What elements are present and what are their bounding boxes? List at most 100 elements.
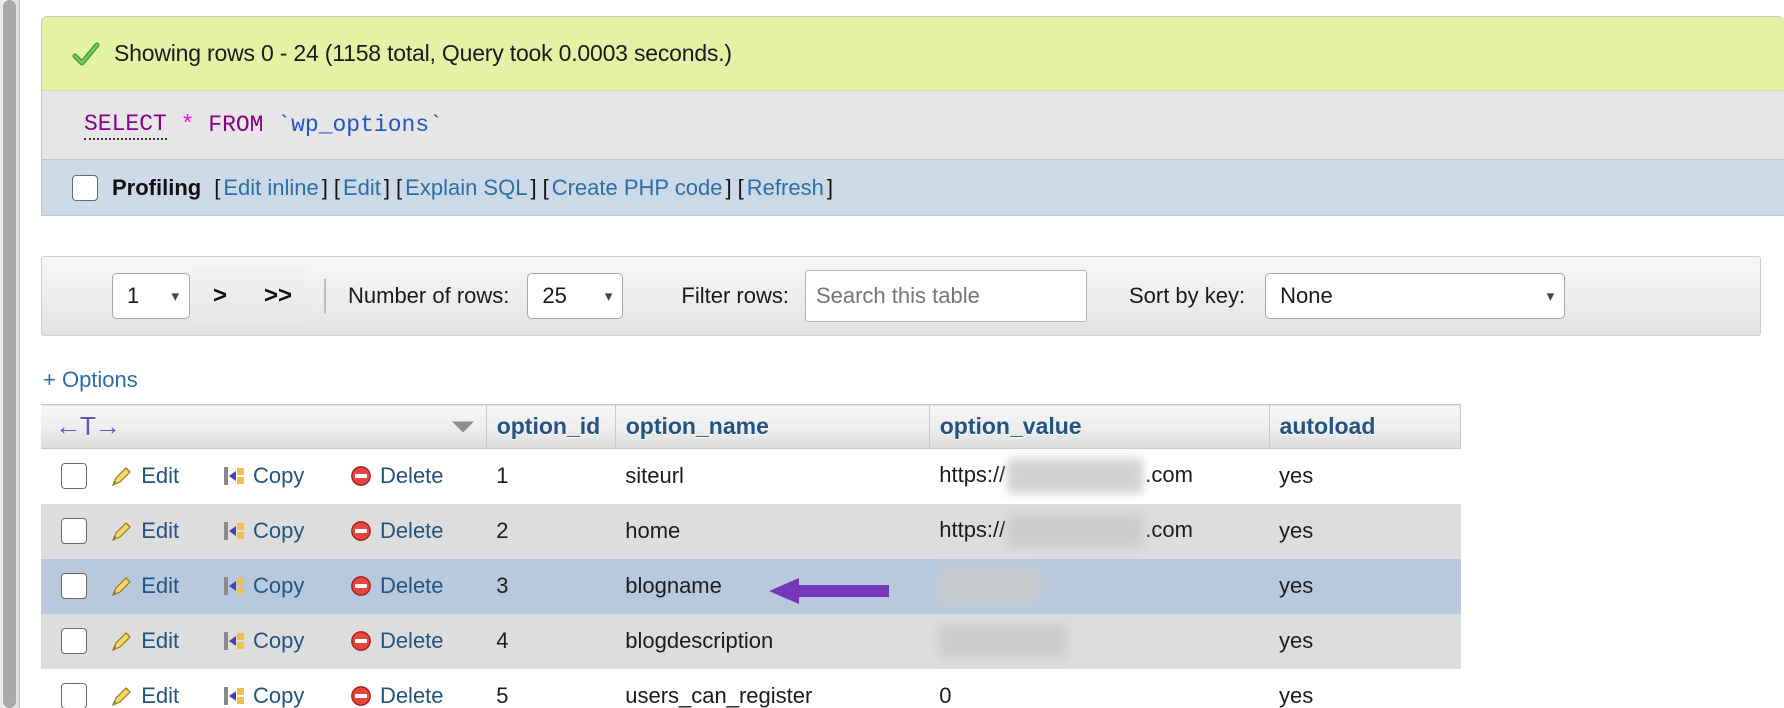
bracket-open-3: [: [396, 175, 402, 201]
copy-icon: [223, 465, 245, 487]
delete-row-action[interactable]: Delete: [350, 683, 478, 708]
query-status-text: Showing rows 0 - 24 (1158 total, Query t…: [114, 40, 732, 67]
window-scrollbar[interactable]: [0, 0, 20, 708]
delete-label: Delete: [380, 628, 444, 654]
edit-row-action[interactable]: Edit: [111, 518, 205, 544]
create-php-code-link[interactable]: Create PHP code: [552, 175, 723, 201]
profiling-checkbox[interactable]: [72, 175, 98, 201]
copy-row-action[interactable]: Copy: [223, 573, 332, 599]
row-checkbox[interactable]: [61, 683, 87, 708]
column-move-icon[interactable]: ←T→: [55, 413, 120, 439]
copy-label: Copy: [253, 518, 304, 544]
row-select-cell[interactable]: [41, 669, 101, 708]
last-page-button[interactable]: >>: [250, 267, 306, 325]
delete-circle-icon: [350, 630, 372, 652]
column-header-option-id[interactable]: option_id: [486, 405, 615, 449]
refresh-link[interactable]: Refresh: [747, 175, 824, 201]
pencil-icon: [111, 630, 133, 652]
green-check-icon: [72, 41, 100, 69]
copy-row-action[interactable]: Copy: [223, 628, 332, 654]
row-actions-header[interactable]: ←T→: [41, 405, 486, 449]
table-row[interactable]: Edit Copy: [41, 669, 1461, 708]
cell-option-name: users_can_register: [615, 669, 929, 708]
sql-query-display[interactable]: SELECT * FROM `wp_options`: [42, 91, 1784, 159]
sort-by-key-select[interactable]: None ▾: [1265, 273, 1565, 319]
edit-label: Edit: [141, 463, 179, 489]
edit-row-action[interactable]: Edit: [111, 573, 205, 599]
sql-star: *: [181, 112, 195, 138]
row-copy-cell[interactable]: Copy: [213, 504, 340, 559]
chevron-down-icon: ▾: [589, 289, 613, 304]
sort-dropdown-icon[interactable]: [452, 421, 474, 432]
table-row[interactable]: Edit Copy: [41, 504, 1461, 559]
edit-link[interactable]: Edit: [343, 175, 381, 201]
row-delete-cell[interactable]: Delete: [340, 504, 486, 559]
column-header-autoload[interactable]: autoload: [1269, 405, 1460, 449]
row-delete-cell[interactable]: Delete: [340, 449, 486, 504]
delete-label: Delete: [380, 573, 444, 599]
edit-row-action[interactable]: Edit: [111, 463, 205, 489]
delete-row-action[interactable]: Delete: [350, 573, 478, 599]
copy-row-action[interactable]: Copy: [223, 683, 332, 708]
edit-row-action[interactable]: Edit: [111, 628, 205, 654]
phpmyadmin-results-page: Showing rows 0 - 24 (1158 total, Query t…: [0, 0, 1784, 708]
row-select-cell[interactable]: [41, 504, 101, 559]
row-checkbox[interactable]: [61, 518, 87, 544]
cell-autoload: yes: [1269, 614, 1460, 669]
table-row[interactable]: Edit Copy: [41, 614, 1461, 669]
cell-option-name: blogname: [615, 559, 929, 614]
row-edit-cell[interactable]: Edit: [101, 504, 213, 559]
next-page-button[interactable]: >: [192, 267, 248, 325]
row-delete-cell[interactable]: Delete: [340, 669, 486, 708]
page-number-select[interactable]: 1 ▾: [112, 273, 190, 319]
value-suffix: .com: [1145, 462, 1193, 487]
table-row[interactable]: Edit Copy: [41, 559, 1461, 614]
row-copy-cell[interactable]: Copy: [213, 449, 340, 504]
query-success-bar: Showing rows 0 - 24 (1158 total, Query t…: [42, 17, 1784, 91]
pencil-icon: [111, 520, 133, 542]
pencil-icon: [111, 685, 133, 707]
number-of-rows-select[interactable]: 25 ▾: [527, 273, 623, 319]
table-row[interactable]: Edit Copy: [41, 449, 1461, 504]
row-edit-cell[interactable]: Edit: [101, 669, 213, 708]
delete-label: Delete: [380, 683, 444, 708]
edit-inline-link[interactable]: Edit inline: [223, 175, 318, 201]
row-checkbox[interactable]: [61, 463, 87, 489]
edit-label: Edit: [141, 573, 179, 599]
row-edit-cell[interactable]: Edit: [101, 614, 213, 669]
row-select-cell[interactable]: [41, 614, 101, 669]
results-table: ←T→ option_id option_name option_value a…: [41, 404, 1461, 708]
results-table-header-row: ←T→ option_id option_name option_value a…: [41, 405, 1461, 449]
toolbar-divider: [324, 279, 326, 313]
row-delete-cell[interactable]: Delete: [340, 559, 486, 614]
column-header-option-name[interactable]: option_name: [615, 405, 929, 449]
row-copy-cell[interactable]: Copy: [213, 614, 340, 669]
copy-row-action[interactable]: Copy: [223, 463, 332, 489]
explain-sql-link[interactable]: Explain SQL: [405, 175, 527, 201]
row-select-cell[interactable]: [41, 449, 101, 504]
cell-option-value: https://.com: [929, 504, 1269, 559]
row-copy-cell[interactable]: Copy: [213, 669, 340, 708]
copy-row-action[interactable]: Copy: [223, 518, 332, 544]
filter-rows-input[interactable]: [805, 270, 1087, 322]
row-checkbox[interactable]: [61, 573, 87, 599]
row-edit-cell[interactable]: Edit: [101, 559, 213, 614]
delete-row-action[interactable]: Delete: [350, 628, 478, 654]
number-of-rows-value: 25: [542, 283, 566, 309]
results-table-wrapper: ←T→ option_id option_name option_value a…: [41, 404, 1461, 708]
row-edit-cell[interactable]: Edit: [101, 449, 213, 504]
scrollbar-thumb[interactable]: [3, 0, 16, 708]
pencil-icon: [111, 465, 133, 487]
column-header-option-value[interactable]: option_value: [929, 405, 1269, 449]
row-delete-cell[interactable]: Delete: [340, 614, 486, 669]
row-select-cell[interactable]: [41, 559, 101, 614]
sql-table-name: `wp_options`: [277, 112, 443, 138]
options-toggle-link[interactable]: + Options: [43, 367, 138, 393]
redacted-value: [939, 624, 1067, 658]
row-checkbox[interactable]: [61, 628, 87, 654]
query-result-block: Showing rows 0 - 24 (1158 total, Query t…: [41, 16, 1784, 216]
row-copy-cell[interactable]: Copy: [213, 559, 340, 614]
delete-row-action[interactable]: Delete: [350, 518, 478, 544]
delete-row-action[interactable]: Delete: [350, 463, 478, 489]
edit-row-action[interactable]: Edit: [111, 683, 205, 708]
